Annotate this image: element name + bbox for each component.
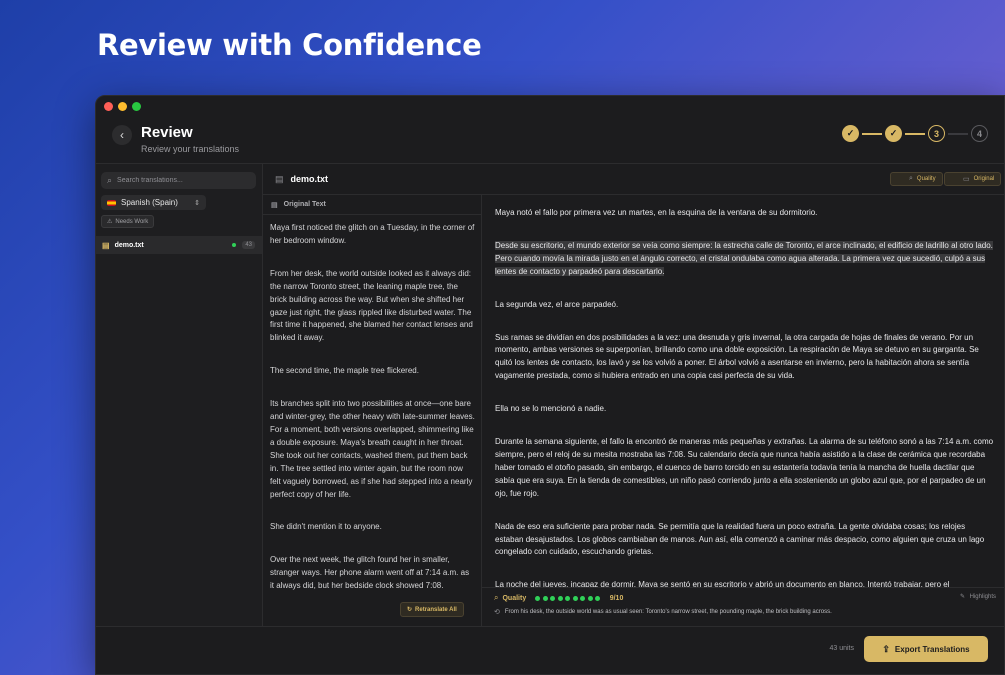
- document-icon: ▤: [102, 240, 110, 250]
- footer-bar: 43 units ⇪ Export Translations: [96, 626, 1004, 674]
- quality-dot: [565, 595, 571, 601]
- highlights-label: Highlights: [969, 594, 996, 600]
- titlebar: [96, 96, 1004, 118]
- quality-row: ⌕ Quality 9/10: [494, 593, 623, 603]
- quality-dot: [572, 595, 578, 601]
- quality-dot: [550, 595, 556, 601]
- units-count: 43 units: [829, 645, 854, 652]
- original-paragraph: Over the next week, the glitch found her…: [270, 555, 470, 591]
- quality-dot: [580, 595, 586, 601]
- search-icon: ⌕: [107, 175, 113, 185]
- spain-flag-icon: [107, 199, 116, 206]
- step-1: ✓: [842, 125, 859, 142]
- highlighted-segment[interactable]: Desde su escritorio, el mundo exterior s…: [495, 240, 993, 276]
- original-text-label: Original Text: [283, 201, 326, 208]
- quality-dot: [535, 595, 541, 601]
- status-dot: [232, 243, 237, 247]
- search-box[interactable]: ⌕: [101, 172, 256, 189]
- close-window-button[interactable]: [104, 102, 113, 111]
- chevron-updown-icon: ⇕: [194, 199, 200, 207]
- zoom-window-button[interactable]: [132, 102, 141, 111]
- quality-dot: [587, 595, 593, 601]
- app-window: ‹ Review Review your translations ✓ ✓ 3 4 ⌕…: [95, 95, 1005, 675]
- back-button[interactable]: ‹: [112, 125, 132, 145]
- highlights-toggle[interactable]: ✎ Highlights: [960, 593, 996, 600]
- original-paragraph: The second time, the maple tree flickere…: [270, 366, 419, 376]
- original-text-pane: ▤ Original Text Maya first noticed the g…: [263, 195, 482, 626]
- original-text-header: ▤ Original Text: [263, 195, 481, 215]
- quality-dot: [557, 595, 563, 601]
- sidebar-panel-icon: ▭: [963, 176, 970, 183]
- page-header: ‹ Review Review your translations ✓ ✓ 3 4: [96, 118, 1004, 164]
- language-select[interactable]: Spanish (Spain) ⇕: [101, 195, 206, 210]
- document-icon: ▤: [271, 201, 278, 209]
- file-title: demo.txt: [290, 174, 329, 184]
- refresh-icon: ↻: [407, 607, 413, 613]
- step-connector: [905, 132, 925, 135]
- sidebar-file-item[interactable]: ▤ demo.txt 43: [96, 236, 262, 254]
- original-paragraph: She didn't mention it to anyone.: [270, 522, 382, 532]
- original-toggle-button[interactable]: ▭ Original: [944, 172, 1002, 186]
- translation-paragraph[interactable]: Desde su escritorio, el mundo exterior s…: [495, 240, 995, 279]
- translation-pane: Maya notó el fallo por primera vez un ma…: [482, 195, 1004, 626]
- translation-paragraph[interactable]: La noche del jueves, incapaz de dormir, …: [495, 579, 995, 587]
- needs-work-label: Needs Work: [115, 218, 149, 225]
- minimize-window-button[interactable]: [118, 102, 127, 111]
- page-subtitle: Review your translations: [141, 144, 240, 154]
- translation-paragraph[interactable]: Ella no se lo mencionó a nadie.: [495, 403, 995, 416]
- step-3: 3: [928, 125, 945, 142]
- retranslate-label: Retranslate All: [415, 606, 457, 613]
- back-translation-note: ⟲ From his desk, the outside world was a…: [494, 608, 832, 616]
- quality-dot: [542, 595, 548, 601]
- original-text-body: Maya first noticed the glitch on a Tuesd…: [270, 222, 475, 592]
- step-4: 4: [971, 125, 988, 142]
- needs-work-filter[interactable]: ⚠ Needs Work: [101, 215, 155, 228]
- translation-paragraph[interactable]: Maya notó el fallo por primera vez un ma…: [495, 207, 995, 220]
- original-paragraph: Its branches split into two possibilitie…: [270, 399, 475, 499]
- quality-dots: [535, 595, 603, 601]
- warning-icon: ⚠: [107, 219, 113, 225]
- file-header: ▤ demo.txt ⌕ Quality ▭ Original: [263, 164, 1004, 195]
- magnifier-icon: ⌕: [909, 175, 913, 182]
- chevron-left-icon: ‹: [120, 128, 124, 142]
- hero-title: Review with Confidence: [97, 28, 482, 62]
- share-icon: ⇪: [882, 643, 890, 654]
- translation-paragraph[interactable]: Durante la semana siguiente, el fallo la…: [495, 436, 995, 501]
- quality-dot: [595, 595, 601, 601]
- page-title: Review: [141, 124, 193, 141]
- original-button-label: Original: [973, 176, 995, 182]
- magnifier-icon: ⌕: [494, 593, 499, 602]
- quality-label: Quality: [502, 594, 527, 602]
- translation-paragraph[interactable]: Sus ramas se dividían en dos posibilidad…: [495, 332, 995, 384]
- export-label: Export Translations: [894, 644, 970, 654]
- translation-paragraph[interactable]: Nada de eso era suficiente para probar n…: [495, 521, 995, 560]
- pen-icon: ✎: [959, 594, 965, 600]
- progress-stepper: ✓ ✓ 3 4: [842, 125, 988, 142]
- step-2: ✓: [885, 125, 902, 142]
- translation-text-body[interactable]: Maya notó el fallo por primera vez un ma…: [495, 207, 995, 587]
- step-connector: [948, 132, 968, 135]
- step-connector: [862, 132, 882, 135]
- quality-bar: ⌕ Quality 9/10 ✎ Highlights ⟲ From his d…: [482, 587, 1004, 626]
- language-label: Spanish (Spain): [121, 198, 178, 207]
- quality-button-label: Quality: [916, 176, 936, 182]
- search-input[interactable]: [117, 177, 238, 184]
- original-paragraph: From her desk, the world outside looked …: [270, 268, 473, 343]
- back-translation-text: From his desk, the outside world was as …: [504, 609, 832, 615]
- quality-score: 9/10: [609, 594, 624, 602]
- document-icon: ▤: [275, 173, 284, 184]
- original-paragraph: Maya first noticed the glitch on a Tuesd…: [270, 223, 475, 245]
- sidebar: ⌕ Spanish (Spain) ⇕ ⚠ Needs Work ▤ demo.…: [96, 164, 263, 626]
- cycle-icon: ⟲: [494, 609, 500, 616]
- quality-button[interactable]: ⌕ Quality: [890, 172, 943, 186]
- export-translations-button[interactable]: ⇪ Export Translations: [864, 636, 988, 662]
- file-name: demo.txt: [114, 241, 144, 249]
- retranslate-all-button[interactable]: ↻ Retranslate All: [400, 602, 464, 617]
- translation-paragraph[interactable]: La segunda vez, el arce parpadeó.: [495, 299, 995, 312]
- unit-count-badge: 43: [242, 241, 255, 249]
